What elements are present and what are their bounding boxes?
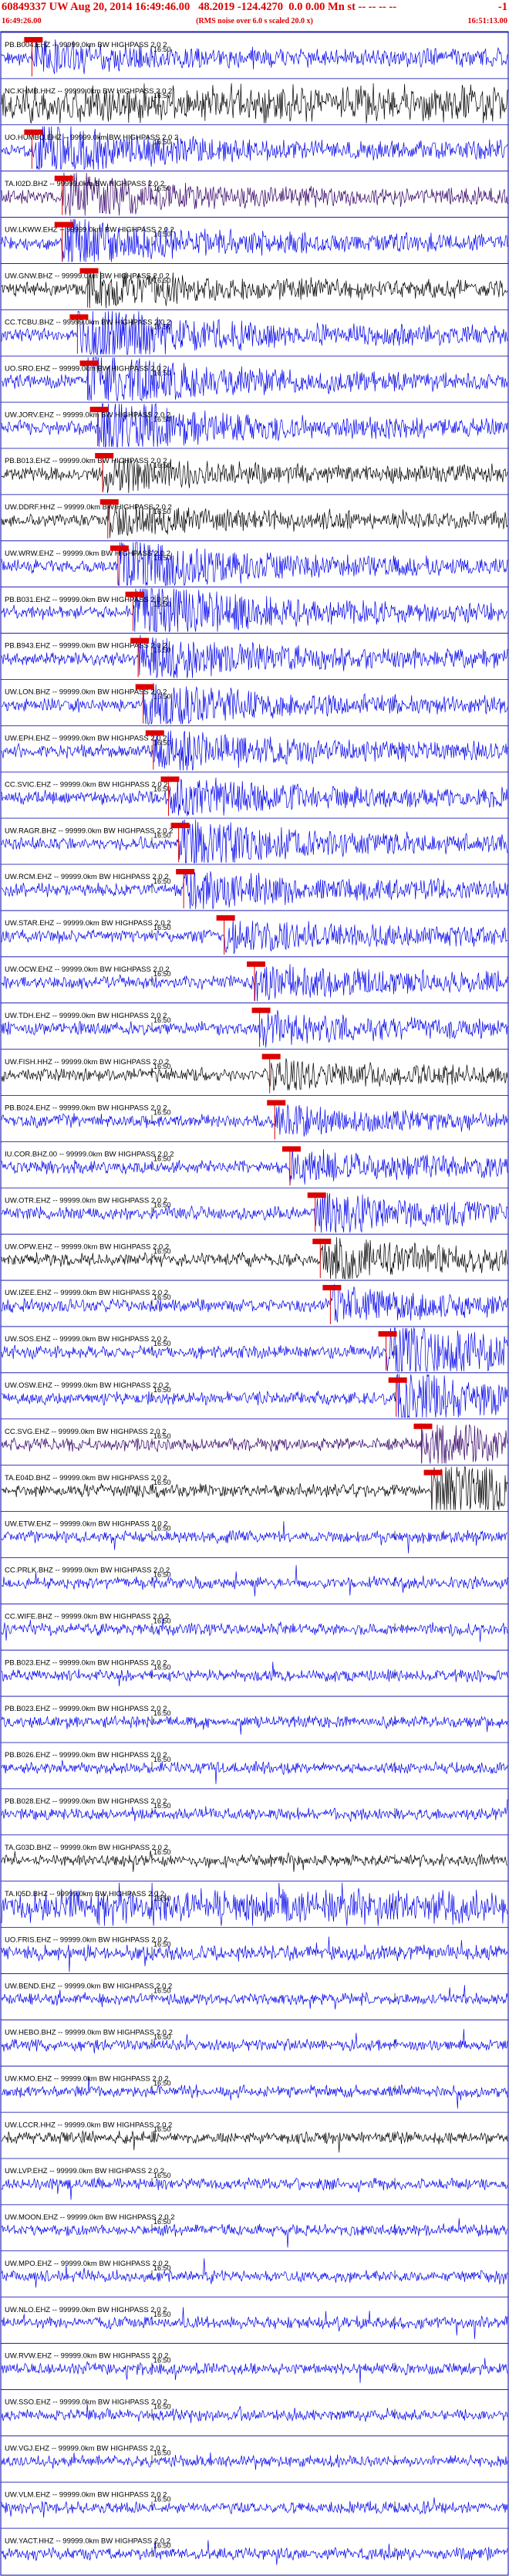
trace-label: UW.BEND.EHZ -- 99999.0km BW HIGHPASS 2.0… <box>5 1983 172 1991</box>
record-header: 60849337 UW Aug 20, 2014 16:49:46.00 48.… <box>0 0 509 31</box>
trace-label: UW.OTR.EHZ -- 99999.0km BW HIGHPASS 2.0 … <box>5 1196 167 1205</box>
phase-pick-marker <box>24 129 43 135</box>
trace-label: UW.VGJ.EHZ -- 99999.0km BW HIGHPASS 2.0 … <box>5 2444 166 2453</box>
phase-pick-marker <box>89 407 109 413</box>
trace-label: UO.FRIS.EHZ -- 99999.0km BW HIGHPASS 2.0… <box>5 1936 168 1945</box>
phase-pick-marker <box>170 823 190 829</box>
scale-note: (RMS noise over 6.0 s scaled 20.0 x) <box>196 17 313 25</box>
trace-label: UW.STAR.EHZ -- 99999.0km BW HIGHPASS 2.0… <box>5 919 171 928</box>
trace-label: UW.RAGR.BHZ -- 99999.0km BW HIGHPASS 2.0… <box>5 827 173 835</box>
trace-label: UW.SOS.EHZ -- 99999.0km BW HIGHPASS 2.0 … <box>5 1335 167 1344</box>
trace-label: CC.SVG.EHZ -- 99999.0km BW HIGHPASS 2.0 … <box>5 1428 166 1436</box>
waveform-trace <box>1 2218 508 2248</box>
phase-pick-marker <box>160 776 180 783</box>
phase-pick-marker <box>135 684 154 690</box>
trace-label: UW.JORV.EHZ -- 99999.0km BW HIGHPASS 2.0… <box>5 411 170 419</box>
trace-label: UW.YACT.HHZ -- 99999.0km BW HIGHPASS 2.0… <box>5 2537 170 2545</box>
trace-label: UW.NLO.EHZ -- 99999.0km BW HIGHPASS 2.0 … <box>5 2306 167 2314</box>
phase-pick-marker <box>307 1192 326 1198</box>
trace-label: UW.EPH.EHZ -- 99999.0km BW HIGHPASS 2.0 … <box>5 735 167 743</box>
trace-label: UW.OCW.EHZ -- 99999.0km BW HIGHPASS 2.0 … <box>5 965 170 974</box>
trace-label: PB.B026.EHZ -- 99999.0km BW HIGHPASS 2.0… <box>5 1751 167 1760</box>
phase-pick-marker <box>378 1330 397 1337</box>
phase-pick-marker <box>388 1377 407 1383</box>
trace-label: UW.LCCR.HHZ -- 99999.0km BW HIGHPASS 2.0… <box>5 2121 172 2129</box>
waveform-trace <box>1 1850 508 1872</box>
phase-pick-marker <box>247 961 265 967</box>
trace-label: UW.FISH.HHZ -- 99999.0km BW HIGHPASS 2.0… <box>5 1058 169 1067</box>
phase-pick-marker <box>281 1146 301 1152</box>
event-info-line: 60849337 UW Aug 20, 2014 16:49:46.00 48.… <box>2 1 397 13</box>
trace-label: TA.G03D.BHZ -- 99999.0km BW HIGHPASS 2.0… <box>5 1844 168 1852</box>
phase-pick-marker <box>79 360 99 367</box>
phase-pick-marker <box>99 499 119 505</box>
waveform-trace <box>1 2497 508 2518</box>
phase-pick-marker <box>312 1239 332 1245</box>
trace-label: NC.KHMB.HHZ -- 99999.0km BW HIGHPASS 2.0… <box>5 87 172 96</box>
phase-pick-marker <box>423 1469 443 1476</box>
phase-pick-marker <box>110 545 129 551</box>
phase-pick-marker <box>322 1285 342 1291</box>
trace-label: CC.SVIC.EHZ -- 99999.0km BW HIGHPASS 2.0… <box>5 780 168 789</box>
phase-pick-marker <box>95 453 114 459</box>
trace-label: TA.I02D.BHZ -- 99999.0km BW HIGHPASS 2.0… <box>5 180 164 188</box>
trace-label: UW.LVP.EHZ -- 99999.0km BW HIGHPASS 2.0 … <box>5 2167 164 2175</box>
trace-label: UW.IZEE.EHZ -- 99999.0km BW HIGHPASS 2.0… <box>5 1289 168 1297</box>
trace-label: PB.B023.EHZ -- 99999.0km BW HIGHPASS 2.0… <box>5 1705 167 1713</box>
phase-pick-marker <box>261 1053 281 1060</box>
waveform-trace <box>1 1760 508 1784</box>
phase-pick-marker <box>54 175 73 181</box>
trace-label: PB.B028.EHZ -- 99999.0km BW HIGHPASS 2.0… <box>5 1797 167 1806</box>
phase-pick-marker <box>24 36 43 42</box>
trace-label: UW.SSO.EHZ -- 99999.0km BW HIGHPASS 2.0 … <box>5 2399 167 2407</box>
trace-label: CC.WIFE.BHZ -- 99999.0km BW HIGHPASS 2.0… <box>5 1612 169 1621</box>
trace-label: UW.KMO.EHZ -- 99999.0km BW HIGHPASS 2.0 … <box>5 2074 169 2083</box>
phase-pick-marker <box>54 221 73 228</box>
waveform-trace <box>1 2358 508 2383</box>
trace-label: UW.ETW.EHZ -- 99999.0km BW HIGHPASS 2.0 … <box>5 1520 168 1529</box>
phase-pick-marker <box>216 914 235 921</box>
phase-pick-marker <box>176 869 195 875</box>
event-suffix: -1 <box>497 1 507 13</box>
trace-label: UW.OPW.EHZ -- 99999.0km BW HIGHPASS 2.0 … <box>5 1242 169 1251</box>
waveform-trace <box>1 2404 508 2423</box>
phase-pick-marker <box>79 268 99 274</box>
trace-label: TA.I05D.BHZ -- 99999.0km BW HIGHPASS 2.0… <box>5 1890 164 1898</box>
phase-pick-marker <box>413 1423 433 1429</box>
waveform-trace <box>1 1716 508 1735</box>
waveform-trace <box>1 1618 508 1642</box>
phase-pick-marker <box>267 1100 286 1106</box>
trace-label: PB.B013.EHZ -- 99999.0km BW HIGHPASS 2.0… <box>5 457 167 465</box>
trace-label: CC.PRLK.BHZ -- 99999.0km BW HIGHPASS 2.0… <box>5 1567 170 1575</box>
trace-label: UW.LKWW.EHZ -- 99999.0km BW HIGHPASS 2.0… <box>5 226 174 235</box>
trace-label: UW.RCM.EHZ -- 99999.0km BW HIGHPASS 2.0 … <box>5 873 169 881</box>
phase-pick-marker <box>125 591 144 597</box>
seismogram-plot: 16:50PB.B004.EHZ -- 99999.0km BW HIGHPAS… <box>0 31 509 2576</box>
trace-label: UW.VLM.EHZ -- 99999.0km BW HIGHPASS 2.0 … <box>5 2490 167 2499</box>
trace-label: UW.HEBO.BHZ -- 99999.0km BW HIGHPASS 2.0… <box>5 2028 173 2037</box>
phase-pick-marker <box>251 1007 271 1013</box>
trace-label: PB.B023.EHZ -- 99999.0km BW HIGHPASS 2.0… <box>5 1658 167 1667</box>
trace-label: UW.DDRF.HHZ -- 99999.0km BW HIGHPASS 2.0… <box>5 503 172 512</box>
waveform-trace <box>1 2452 508 2470</box>
waveform-trace <box>1 2131 508 2153</box>
trace-label: UW.MOON.EHZ -- 99999.0km BW HIGHPASS 2.0… <box>5 2213 175 2222</box>
trace-label: IU.COR.BHZ.00 -- 99999.0km BW HIGHPASS 2… <box>5 1151 174 1159</box>
trace-label: UW.OSW.EHZ -- 99999.0km BW HIGHPASS 2.0 … <box>5 1381 169 1390</box>
trace-label: UW.WRW.EHZ -- 99999.0km BW HIGHPASS 2.0 … <box>5 549 170 558</box>
trace-label: UW.RVW.EHZ -- 99999.0km BW HIGHPASS 2.0 … <box>5 2352 168 2361</box>
window-end-time: 16:51:13.00 <box>467 17 507 25</box>
trace-label: UW.MPO.EHZ -- 99999.0km BW HIGHPASS 2.0 … <box>5 2260 169 2268</box>
trace-label: PB.B024.EHZ -- 99999.0km BW HIGHPASS 2.0… <box>5 1104 167 1113</box>
trace-label: TA.E04D.BHZ -- 99999.0km BW HIGHPASS 2.0… <box>5 1474 167 1482</box>
phase-pick-marker <box>130 637 150 644</box>
trace-label: UW.TDH.EHZ -- 99999.0km BW HIGHPASS 2.0 … <box>5 1012 167 1020</box>
phase-pick-marker <box>145 730 164 736</box>
phase-pick-marker <box>69 314 89 320</box>
waveform-trace <box>1 2177 508 2200</box>
